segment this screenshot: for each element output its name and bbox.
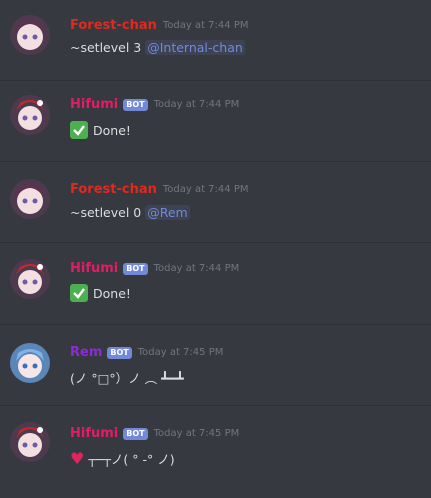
- avatar-hifumi[interactable]: [10, 259, 50, 299]
- check-mark-icon: [70, 121, 88, 139]
- message-6: Hifumi BOT Today at 7:45 PM ♥ ┬─┬ノ( ° -°…: [0, 406, 431, 498]
- bot-badge: BOT: [123, 262, 148, 275]
- timestamp: Today at 7:44 PM: [153, 263, 240, 274]
- bot-badge: BOT: [123, 98, 148, 111]
- author-name[interactable]: Hifumi: [70, 426, 118, 441]
- author-name[interactable]: Hifumi: [70, 261, 118, 276]
- mention-link[interactable]: @Rem: [145, 205, 190, 220]
- avatar-hifumi[interactable]: [10, 422, 50, 462]
- timestamp: Today at 7:44 PM: [162, 20, 249, 31]
- author-name[interactable]: Hifumi: [70, 97, 118, 112]
- bot-badge: BOT: [123, 427, 148, 440]
- message-4: Hifumi BOT Today at 7:44 PM Done!: [0, 243, 431, 323]
- message-text: ~setlevel 3: [70, 40, 142, 55]
- timestamp: Today at 7:44 PM: [162, 184, 249, 195]
- message-1: Forest-chan Today at 7:44 PM ~setlevel 3…: [0, 0, 431, 80]
- timestamp: Today at 7:44 PM: [153, 99, 240, 110]
- message-text: (ノ °□°）ノ ︵ ┻━┻: [70, 371, 184, 386]
- timestamp: Today at 7:45 PM: [153, 428, 240, 439]
- message-5: Rem BOT Today at 7:45 PM (ノ °□°）ノ ︵ ┻━┻: [0, 325, 431, 405]
- message-text: Done!: [93, 122, 131, 138]
- bot-badge: BOT: [107, 346, 132, 359]
- author-name[interactable]: Rem: [70, 345, 102, 360]
- author-name[interactable]: Forest-chan: [70, 182, 157, 197]
- check-mark-icon: [70, 284, 88, 302]
- avatar-rem[interactable]: [10, 343, 50, 383]
- message-text: ~setlevel 0: [70, 205, 142, 220]
- avatar-forest-chan[interactable]: [10, 15, 50, 55]
- heart-icon: ♥: [70, 449, 85, 468]
- message-2: Hifumi BOT Today at 7:44 PM Done!: [0, 81, 431, 161]
- message-text: Done!: [93, 285, 131, 301]
- author-name[interactable]: Forest-chan: [70, 18, 157, 33]
- message-text: ┬─┬ノ( ° -° ノ): [88, 452, 175, 467]
- avatar-forest-chan[interactable]: [10, 179, 50, 219]
- timestamp: Today at 7:45 PM: [137, 347, 224, 358]
- message-3: Forest-chan Today at 7:44 PM ~setlevel 0…: [0, 162, 431, 242]
- mention-link[interactable]: @Internal-chan: [145, 40, 245, 55]
- avatar-hifumi[interactable]: [10, 95, 50, 135]
